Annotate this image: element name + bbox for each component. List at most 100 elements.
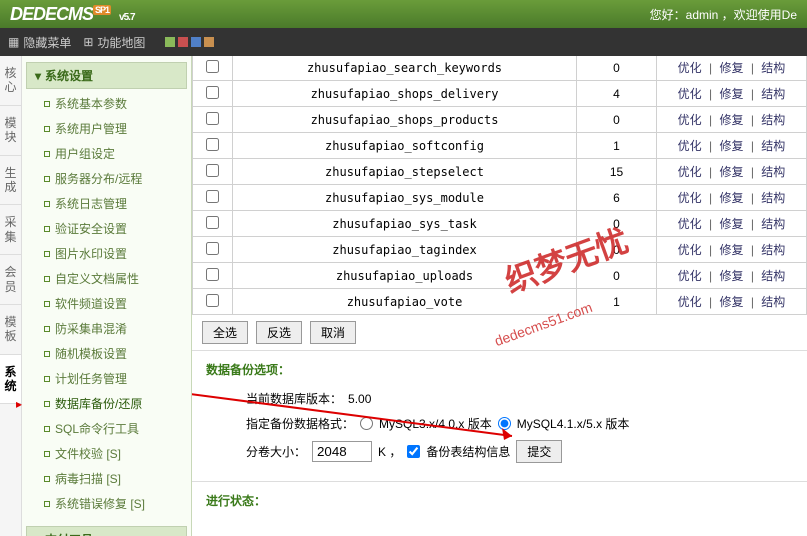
structure-link[interactable]: 结构: [757, 243, 789, 257]
optimize-link[interactable]: 优化: [674, 243, 706, 257]
repair-link[interactable]: 修复: [715, 295, 747, 309]
structure-link[interactable]: 结构: [757, 139, 789, 153]
structure-link[interactable]: 结构: [757, 61, 789, 75]
table-ops-cell: 优化 | 修复 | 结构: [657, 133, 807, 159]
vtab-1[interactable]: 模块: [0, 106, 21, 156]
table-ops-cell: 优化 | 修复 | 结构: [657, 81, 807, 107]
vtab-3[interactable]: 采集: [0, 205, 21, 255]
row-checkbox[interactable]: [206, 216, 219, 229]
vtab-0[interactable]: 核心: [0, 56, 21, 106]
sidebar-item[interactable]: 系统错误修复 [S]: [44, 491, 187, 516]
optimize-link[interactable]: 优化: [674, 139, 706, 153]
sidebar-item[interactable]: 病毒扫描 [S]: [44, 466, 187, 491]
sidebar-item[interactable]: ▸数据库备份/还原: [44, 391, 187, 416]
feature-map-button[interactable]: ⊞ 功能地图: [83, 34, 145, 51]
optimize-link[interactable]: 优化: [674, 191, 706, 205]
theme-color-swatch[interactable]: [178, 37, 188, 47]
sidebar-item[interactable]: 系统用户管理: [44, 116, 187, 141]
row-checkbox[interactable]: [206, 60, 219, 73]
repair-link[interactable]: 修复: [715, 165, 747, 179]
table-row: zhusufapiao_softconfig1优化 | 修复 | 结构: [193, 133, 807, 159]
vtab-5[interactable]: 模板: [0, 305, 21, 355]
optimize-link[interactable]: 优化: [674, 87, 706, 101]
sidebar-item[interactable]: 自定义文档属性: [44, 266, 187, 291]
repair-link[interactable]: 修复: [715, 191, 747, 205]
sidebar-item[interactable]: 防采集串混淆: [44, 316, 187, 341]
format-opt2-label: MySQL4.1.x/5.x 版本: [517, 415, 630, 432]
table-count-cell: 0: [577, 237, 657, 263]
structure-link[interactable]: 结构: [757, 87, 789, 101]
row-checkbox[interactable]: [206, 294, 219, 307]
sidebar-item[interactable]: 图片水印设置: [44, 241, 187, 266]
table-ops-cell: 优化 | 修复 | 结构: [657, 159, 807, 185]
sidebar: ▾ 系统设置系统基本参数系统用户管理用户组设定服务器分布/远程系统日志管理验证安…: [22, 56, 192, 536]
row-checkbox[interactable]: [206, 164, 219, 177]
repair-link[interactable]: 修复: [715, 139, 747, 153]
sidebar-item[interactable]: SQL命令行工具: [44, 416, 187, 441]
repair-link[interactable]: 修复: [715, 113, 747, 127]
structure-link[interactable]: 结构: [757, 295, 789, 309]
repair-link[interactable]: 修复: [715, 87, 747, 101]
optimize-link[interactable]: 优化: [674, 61, 706, 75]
sidebar-item[interactable]: 系统日志管理: [44, 191, 187, 216]
sidebar-item[interactable]: 系统基本参数: [44, 91, 187, 116]
sidebar-item[interactable]: 服务器分布/远程: [44, 166, 187, 191]
sidebar-section-header[interactable]: ▾ 系统设置: [26, 62, 187, 89]
struct-label: 备份表结构信息: [426, 443, 510, 460]
table-name-cell: zhusufapiao_vote: [233, 289, 577, 315]
bullet-icon: [44, 151, 50, 157]
invert-selection-button[interactable]: 反选: [256, 321, 302, 344]
sidebar-item[interactable]: 软件频道设置: [44, 291, 187, 316]
table-name-cell: zhusufapiao_softconfig: [233, 133, 577, 159]
row-checkbox[interactable]: [206, 86, 219, 99]
structure-link[interactable]: 结构: [757, 217, 789, 231]
vtab-4[interactable]: 会员: [0, 255, 21, 305]
sidebar-item[interactable]: 计划任务管理: [44, 366, 187, 391]
hide-menu-button[interactable]: ▦ 隐藏菜单: [8, 34, 71, 51]
table-count-cell: 0: [577, 56, 657, 81]
sidebar-item[interactable]: 文件校验 [S]: [44, 441, 187, 466]
row-checkbox[interactable]: [206, 112, 219, 125]
optimize-link[interactable]: 优化: [674, 217, 706, 231]
repair-link[interactable]: 修复: [715, 269, 747, 283]
optimize-link[interactable]: 优化: [674, 295, 706, 309]
theme-color-swatch[interactable]: [191, 37, 201, 47]
chunk-size-input[interactable]: [312, 441, 372, 462]
sidebar-item[interactable]: 验证安全设置: [44, 216, 187, 241]
table-count-cell: 1: [577, 133, 657, 159]
row-checkbox[interactable]: [206, 138, 219, 151]
select-all-button[interactable]: 全选: [202, 321, 248, 344]
format-label: 指定备份数据格式：: [246, 415, 354, 432]
structure-link[interactable]: 结构: [757, 269, 789, 283]
structure-link[interactable]: 结构: [757, 165, 789, 179]
repair-link[interactable]: 修复: [715, 243, 747, 257]
repair-link[interactable]: 修复: [715, 217, 747, 231]
structure-link[interactable]: 结构: [757, 191, 789, 205]
sidebar-item[interactable]: 用户组设定: [44, 141, 187, 166]
optimize-link[interactable]: 优化: [674, 269, 706, 283]
bullet-icon: [44, 251, 50, 257]
optimize-link[interactable]: 优化: [674, 165, 706, 179]
table-row: zhusufapiao_search_keywords0优化 | 修复 | 结构: [193, 56, 807, 81]
theme-color-swatch[interactable]: [165, 37, 175, 47]
bullet-icon: [44, 426, 50, 432]
submit-button[interactable]: 提交: [516, 440, 562, 463]
vertical-tabs: 核心模块生成采集会员模板系统: [0, 56, 22, 536]
sidebar-item[interactable]: 随机模板设置: [44, 341, 187, 366]
format-radio-mysql3[interactable]: [360, 417, 373, 430]
sidebar-section-header[interactable]: ▾ 支付工具: [26, 526, 187, 536]
table-ops-cell: 优化 | 修复 | 结构: [657, 56, 807, 81]
row-checkbox[interactable]: [206, 242, 219, 255]
cancel-selection-button[interactable]: 取消: [310, 321, 356, 344]
sitemap-icon: ⊞: [83, 35, 93, 49]
optimize-link[interactable]: 优化: [674, 113, 706, 127]
row-checkbox[interactable]: [206, 268, 219, 281]
backup-structure-checkbox[interactable]: [407, 445, 420, 458]
format-radio-mysql4[interactable]: [498, 417, 511, 430]
row-checkbox[interactable]: [206, 190, 219, 203]
table-count-cell: 15: [577, 159, 657, 185]
theme-color-swatch[interactable]: [204, 37, 214, 47]
structure-link[interactable]: 结构: [757, 113, 789, 127]
repair-link[interactable]: 修复: [715, 61, 747, 75]
vtab-2[interactable]: 生成: [0, 156, 21, 206]
